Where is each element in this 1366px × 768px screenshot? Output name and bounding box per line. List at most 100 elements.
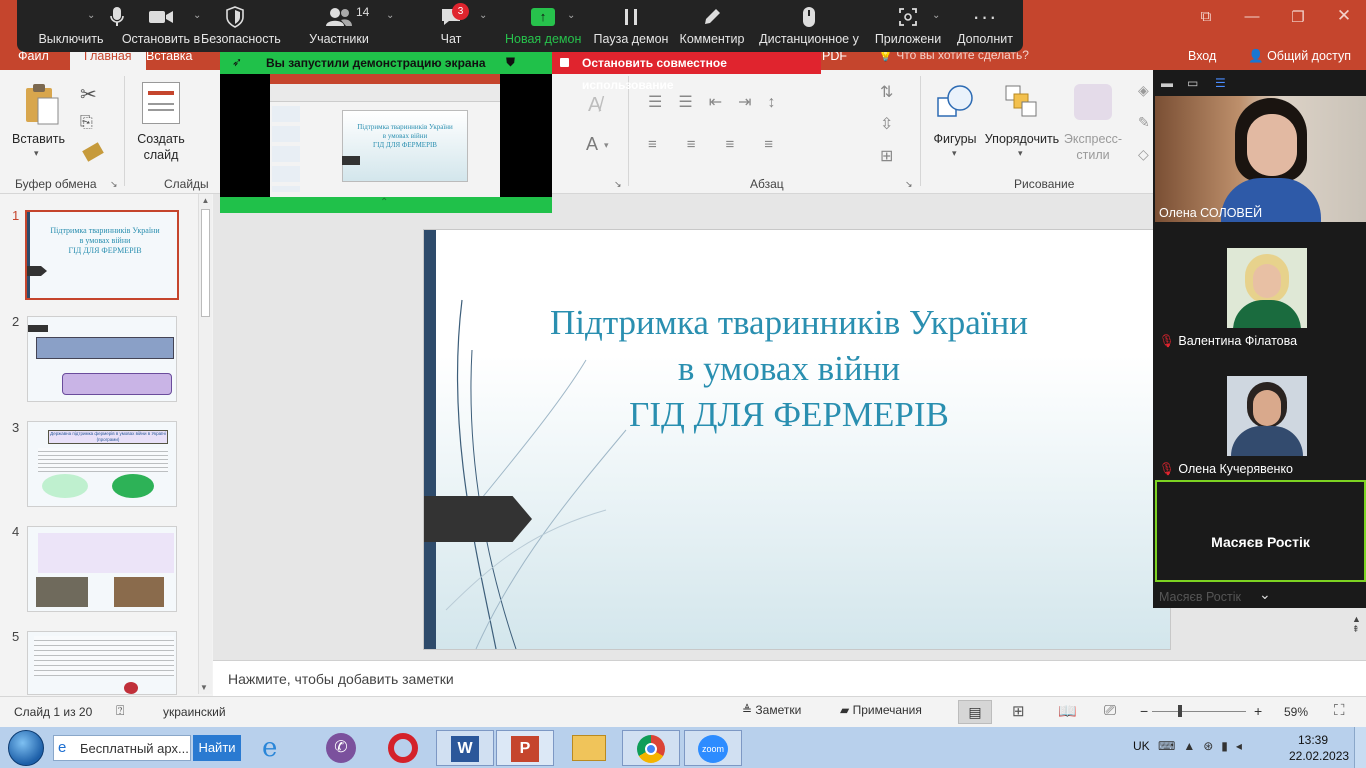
speaker-view-icon[interactable]: ▭ — [1187, 76, 1198, 90]
clear-format-icon[interactable]: A̸ — [588, 94, 601, 117]
notes-pane[interactable]: Нажмите, чтобы добавить заметки — [213, 660, 1366, 696]
stop-share-button[interactable]: Остановить совместное использование — [552, 52, 821, 92]
quick-styles-label-1[interactable]: Экспресс- — [1062, 132, 1124, 146]
paste-label[interactable]: Вставить — [12, 132, 65, 146]
zoom-out-icon[interactable]: − — [1140, 703, 1148, 719]
slide-title[interactable]: Підтримка тваринників України в умовах в… — [484, 300, 1094, 438]
new-slide-icon[interactable] — [142, 82, 180, 124]
format-painter-icon[interactable] — [82, 142, 104, 162]
thumb-slide-3[interactable]: Державна підтримка фермерів в умовах вій… — [27, 421, 177, 507]
normal-view-icon[interactable]: ▤ — [958, 700, 992, 724]
reading-view-icon[interactable]: 📖 — [1058, 702, 1077, 720]
tray-icons[interactable]: ⌨▲⊛▮◂ — [1158, 739, 1250, 753]
copy-icon[interactable]: ⎘ — [80, 114, 93, 132]
chrome-taskbar-button[interactable] — [622, 730, 680, 766]
slide-canvas[interactable]: Підтримка тваринників України в умовах в… — [423, 229, 1171, 650]
powerpoint-taskbar-button[interactable]: P — [496, 730, 554, 766]
chevron-down-icon[interactable]: ▾ — [34, 148, 39, 159]
quick-styles-icon[interactable] — [1074, 84, 1112, 120]
zoom-level[interactable]: 59% — [1284, 705, 1308, 719]
arrange-icon[interactable] — [1004, 84, 1040, 123]
thumb-slide-1[interactable]: Підтримка тваринників України в умовах в… — [25, 210, 179, 300]
align-text-icon[interactable]: ⇳ — [880, 114, 893, 134]
language-status[interactable]: украинский — [163, 705, 226, 719]
prev-slide-icon[interactable]: ▲ ⇞ — [1352, 614, 1361, 635]
share-button[interactable]: 👤 Общий доступ — [1236, 45, 1356, 70]
chevron-down-icon[interactable]: ⌄ — [386, 10, 394, 21]
ie-icon[interactable]: e — [262, 733, 277, 763]
minimize-icon[interactable]: — — [1232, 8, 1272, 25]
shape-fill-icon[interactable]: ◈ — [1138, 82, 1149, 99]
start-orb-icon[interactable] — [8, 730, 44, 766]
shape-outline-icon[interactable]: ✎ — [1138, 114, 1150, 131]
remote-control-button[interactable]: Дистанционное у — [759, 4, 859, 50]
slideshow-icon[interactable]: ⎚ — [1104, 702, 1116, 719]
restore-icon[interactable]: ❐ — [1278, 8, 1318, 26]
zoom-slider-thumb[interactable] — [1178, 705, 1182, 717]
chevron-down-icon[interactable]: ⌄ — [567, 10, 575, 21]
thumb-slide-5[interactable] — [27, 631, 177, 695]
language-indicator[interactable]: UK — [1133, 739, 1150, 753]
shapes-label[interactable]: Фигуры — [928, 132, 982, 146]
dialog-launcher-icon[interactable]: ↘ — [905, 179, 913, 190]
spellcheck-icon[interactable]: ⍰ — [116, 702, 124, 719]
thumb-number: 5 — [12, 629, 20, 644]
zoom-in-icon[interactable]: + — [1254, 703, 1262, 719]
shapes-icon[interactable] — [936, 84, 976, 125]
ie-search-go[interactable]: Найти — [193, 735, 241, 761]
arrange-label[interactable]: Упорядочить — [984, 132, 1060, 146]
opera-icon[interactable] — [388, 733, 418, 763]
align-icons-row[interactable]: ≡≡≡≡ — [648, 136, 803, 153]
thumb-slide-2[interactable] — [27, 316, 177, 402]
fit-to-window-icon[interactable]: ⛶ — [1334, 702, 1345, 719]
shape-effects-icon[interactable]: ◇ — [1138, 146, 1149, 163]
chevron-down-icon[interactable]: ⌄ — [479, 10, 487, 21]
text-direction-icon[interactable]: ⇅ — [880, 82, 893, 102]
viber-icon[interactable]: ✆ — [326, 733, 356, 763]
thumbs-scrollbar[interactable]: ▲ ▼ — [198, 194, 212, 694]
clock-time[interactable]: 13:39 — [1298, 733, 1328, 747]
ie-search-box[interactable]: e Бесплатный арх... — [53, 735, 191, 761]
security-button[interactable]: Безопасность — [201, 4, 281, 50]
chevron-down-icon[interactable]: ▾ — [604, 140, 609, 151]
more-button[interactable]: ··· Дополнит — [953, 4, 1017, 50]
new-slide-label-2[interactable]: слайд — [134, 148, 188, 162]
slide-sorter-icon[interactable]: ⊞ — [1012, 702, 1025, 720]
zoom-slider[interactable] — [1152, 711, 1246, 712]
paste-icon[interactable] — [22, 80, 62, 128]
font-color-icon[interactable]: A — [586, 134, 598, 155]
pause-share-button[interactable]: Пауза демон — [593, 4, 669, 50]
gallery-view-icon[interactable]: ☰ — [1215, 76, 1226, 90]
show-desktop-button[interactable] — [1354, 727, 1366, 768]
collapse-chevron-icon[interactable]: ⌃ — [380, 197, 388, 208]
chevron-down-icon[interactable]: ⌄ — [932, 10, 940, 21]
chevron-down-icon[interactable]: ⌄ — [87, 10, 95, 21]
video-tile-1[interactable] — [1155, 96, 1366, 222]
close-icon[interactable]: ✕ — [1324, 6, 1364, 26]
notes-toggle[interactable]: ≜ Заметки — [742, 703, 801, 717]
word-taskbar-button[interactable]: W — [436, 730, 494, 766]
comments-toggle[interactable]: ▰ Примечания — [840, 703, 922, 717]
quick-styles-label-2[interactable]: стили — [1062, 148, 1124, 162]
chevron-down-icon[interactable]: ▾ — [1018, 148, 1023, 159]
dialog-launcher-icon[interactable]: ↘ — [614, 179, 622, 190]
chevron-down-icon[interactable]: ⌄ — [1259, 586, 1271, 603]
new-slide-label-1[interactable]: Создать — [134, 132, 188, 146]
signin-link[interactable]: Вход — [1188, 49, 1216, 63]
video-tile-active[interactable]: Масяєв Ростік — [1155, 480, 1366, 582]
annotate-button[interactable]: Комментир — [679, 4, 745, 50]
remote-control-label: Дистанционное у — [759, 32, 859, 46]
ribbon-display-icon[interactable]: ⧉ — [1186, 8, 1226, 25]
minimize-panel-icon[interactable]: ▬ — [1161, 76, 1173, 90]
chevron-down-icon[interactable]: ▾ — [952, 148, 957, 159]
participant-name: Олена Кучерявенко — [1178, 462, 1294, 476]
dialog-launcher-icon[interactable]: ↘ — [110, 179, 118, 190]
pin-icon[interactable]: ➶ — [232, 55, 242, 69]
explorer-icon[interactable] — [572, 735, 606, 761]
clock-date[interactable]: 22.02.2023 — [1289, 749, 1349, 763]
notes-placeholder: Нажмите, чтобы добавить заметки — [228, 671, 454, 687]
zoom-taskbar-button[interactable]: zoom — [684, 730, 742, 766]
cut-icon[interactable]: ✂ — [80, 82, 97, 107]
thumb-slide-4[interactable] — [27, 526, 177, 612]
smartart-icon[interactable]: ⊞ — [880, 146, 893, 166]
